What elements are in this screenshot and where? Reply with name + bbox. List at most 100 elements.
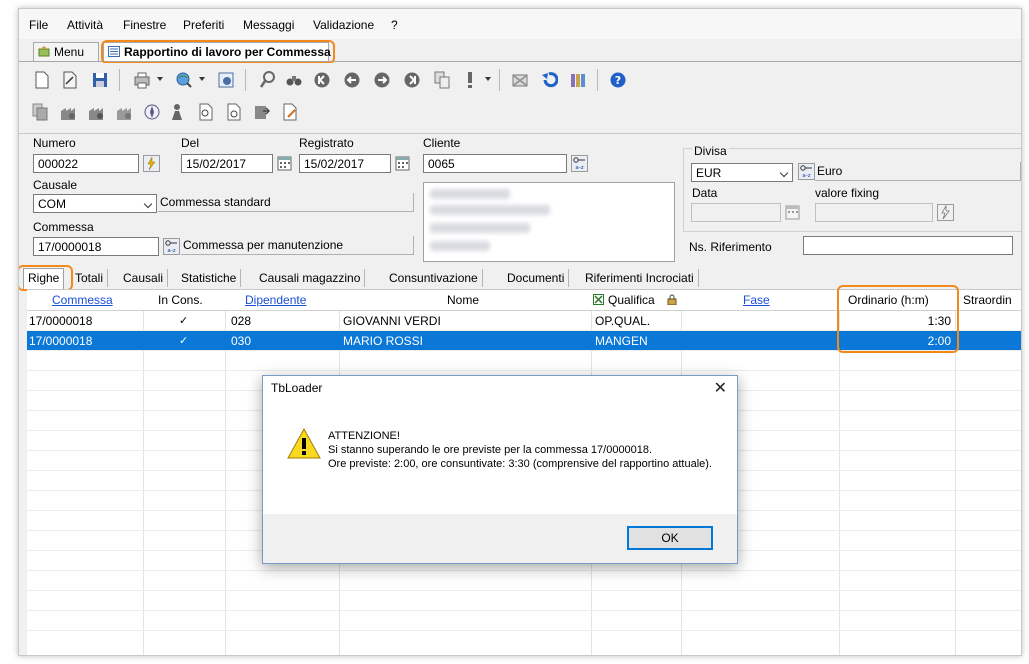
col-nome[interactable]: Nome bbox=[447, 293, 479, 307]
person-button[interactable] bbox=[167, 101, 189, 123]
factory-button-2[interactable] bbox=[85, 101, 107, 123]
search-button[interactable] bbox=[257, 69, 279, 91]
next-record-button[interactable] bbox=[371, 69, 393, 91]
commessa-lookup-button[interactable]: a-z bbox=[163, 238, 180, 255]
checkbox-checked-icon[interactable] bbox=[593, 294, 604, 305]
first-record-button[interactable] bbox=[311, 69, 333, 91]
cell-qualifica: MANGEN bbox=[595, 334, 648, 348]
previous-record-button[interactable] bbox=[341, 69, 363, 91]
col-straordinario[interactable]: Straordin bbox=[963, 293, 1012, 307]
registrato-date-field[interactable]: 15/02/2017 bbox=[299, 154, 391, 173]
col-dipendente[interactable]: Dipendente bbox=[245, 293, 306, 307]
dialog-footer: OK bbox=[263, 514, 737, 563]
copy-doc-button[interactable] bbox=[29, 101, 51, 123]
cliente-label: Cliente bbox=[423, 136, 461, 150]
col-in-cons[interactable]: In Cons. bbox=[158, 293, 203, 307]
tab-causali-magazzino[interactable]: Causali magazzino bbox=[255, 269, 366, 287]
tab-consuntivazione[interactable]: Consuntivazione bbox=[385, 269, 483, 287]
cell-in-cons-check-icon[interactable]: ✓ bbox=[179, 314, 188, 327]
causale-label: Causale bbox=[33, 178, 78, 192]
tab-causali[interactable]: Causali bbox=[119, 269, 169, 287]
menu-file[interactable]: File bbox=[29, 18, 48, 32]
registrato-calendar-icon[interactable] bbox=[395, 156, 410, 171]
numero-generate-button[interactable] bbox=[143, 155, 160, 172]
tab-menu[interactable]: Menu bbox=[33, 42, 99, 61]
col-qualifica[interactable]: Qualifica bbox=[608, 293, 655, 307]
fixing-label: valore fixing bbox=[815, 186, 880, 200]
secondary-toolbar bbox=[19, 95, 1021, 127]
causale-select[interactable]: COM bbox=[33, 194, 157, 213]
ok-button[interactable]: OK bbox=[627, 526, 713, 550]
col-fase[interactable]: Fase bbox=[743, 293, 770, 307]
header-form: Numero 000022 Del 15/02/2017 Registrato … bbox=[19, 133, 1021, 266]
causale-description: Commessa standard bbox=[158, 193, 414, 212]
compass-icon bbox=[144, 104, 160, 120]
tab-documenti[interactable]: Documenti bbox=[503, 269, 570, 287]
web-search-button[interactable] bbox=[173, 69, 195, 91]
del-calendar-icon[interactable] bbox=[277, 156, 292, 171]
document-edit-button[interactable] bbox=[279, 101, 301, 123]
last-icon bbox=[404, 72, 420, 88]
menu-messaggi[interactable]: Messaggi bbox=[243, 18, 294, 32]
cliente-field[interactable]: 0065 bbox=[423, 154, 567, 173]
copy-button[interactable] bbox=[431, 69, 453, 91]
menu-attivita[interactable]: Attività bbox=[67, 18, 103, 32]
key-lookup-icon: a-z bbox=[165, 240, 177, 254]
numero-label: Numero bbox=[33, 136, 76, 150]
copy-icon bbox=[434, 71, 450, 89]
alert-dropdown-caret[interactable] bbox=[485, 77, 491, 81]
cell-nome: GIOVANNI VERDI bbox=[343, 314, 441, 328]
data-calendar-icon[interactable] bbox=[785, 205, 800, 220]
menu-preferiti[interactable]: Preferiti bbox=[183, 18, 224, 32]
menu-help[interactable]: ? bbox=[391, 18, 398, 32]
web-dropdown-caret[interactable] bbox=[199, 77, 205, 81]
warning-triangle-icon bbox=[287, 428, 321, 459]
ns-riferimento-field[interactable] bbox=[803, 236, 1013, 255]
svg-text:?: ? bbox=[615, 74, 621, 87]
last-record-button[interactable] bbox=[401, 69, 423, 91]
fixing-button[interactable] bbox=[937, 204, 954, 221]
menu-finestre[interactable]: Finestre bbox=[123, 18, 166, 32]
row-divider bbox=[27, 570, 1021, 571]
cell-in-cons-check-icon[interactable]: ✓ bbox=[179, 334, 188, 347]
help-button[interactable]: ? bbox=[607, 69, 629, 91]
exclamation-icon bbox=[468, 72, 472, 88]
fixing-field[interactable] bbox=[815, 203, 933, 222]
divisa-select[interactable]: EUR bbox=[691, 163, 793, 182]
save-button[interactable] bbox=[89, 69, 111, 91]
commessa-field[interactable]: 17/0000018 bbox=[33, 237, 159, 256]
col-commessa[interactable]: Commessa bbox=[52, 293, 113, 307]
print-dropdown-caret[interactable] bbox=[157, 77, 163, 81]
svg-text:a-z: a-z bbox=[802, 173, 810, 179]
menu-validazione[interactable]: Validazione bbox=[313, 18, 374, 32]
new-document-button[interactable] bbox=[31, 69, 53, 91]
new-document-icon bbox=[35, 71, 49, 89]
library-button[interactable] bbox=[567, 69, 589, 91]
document-search-icon bbox=[199, 103, 213, 121]
document-search-button[interactable] bbox=[195, 101, 217, 123]
dialog-close-icon[interactable]: ✕ bbox=[714, 378, 727, 398]
del-label: Del bbox=[181, 136, 200, 150]
document-magnifier-button[interactable] bbox=[223, 101, 245, 123]
edit-document-button[interactable] bbox=[59, 69, 81, 91]
del-date-field[interactable]: 15/02/2017 bbox=[181, 154, 273, 173]
divisa-lookup-button[interactable]: a-z bbox=[798, 163, 815, 180]
tab-riferimenti-incrociati[interactable]: Riferimenti Incrociati bbox=[581, 269, 699, 287]
binoculars-button[interactable] bbox=[283, 69, 305, 91]
factory-button-1[interactable] bbox=[57, 101, 79, 123]
warning-dialog: TbLoader ✕ ATTENZIONE! Si stanno superan… bbox=[262, 375, 738, 564]
undo-button[interactable] bbox=[539, 69, 561, 91]
data-field[interactable] bbox=[691, 203, 781, 222]
export-button[interactable] bbox=[251, 101, 273, 123]
tab-statistiche[interactable]: Statistiche bbox=[177, 269, 242, 287]
tab-totali[interactable]: Totali bbox=[71, 269, 109, 287]
factory-button-3[interactable] bbox=[113, 101, 135, 123]
print-button[interactable] bbox=[131, 69, 153, 91]
numero-field[interactable]: 000022 bbox=[33, 154, 139, 173]
undo-icon bbox=[542, 72, 558, 88]
compass-button[interactable] bbox=[141, 101, 163, 123]
cancel-button[interactable] bbox=[509, 69, 531, 91]
alert-button[interactable] bbox=[459, 69, 481, 91]
cliente-lookup-button[interactable]: a-z bbox=[571, 155, 588, 172]
settings-button[interactable] bbox=[215, 69, 237, 91]
